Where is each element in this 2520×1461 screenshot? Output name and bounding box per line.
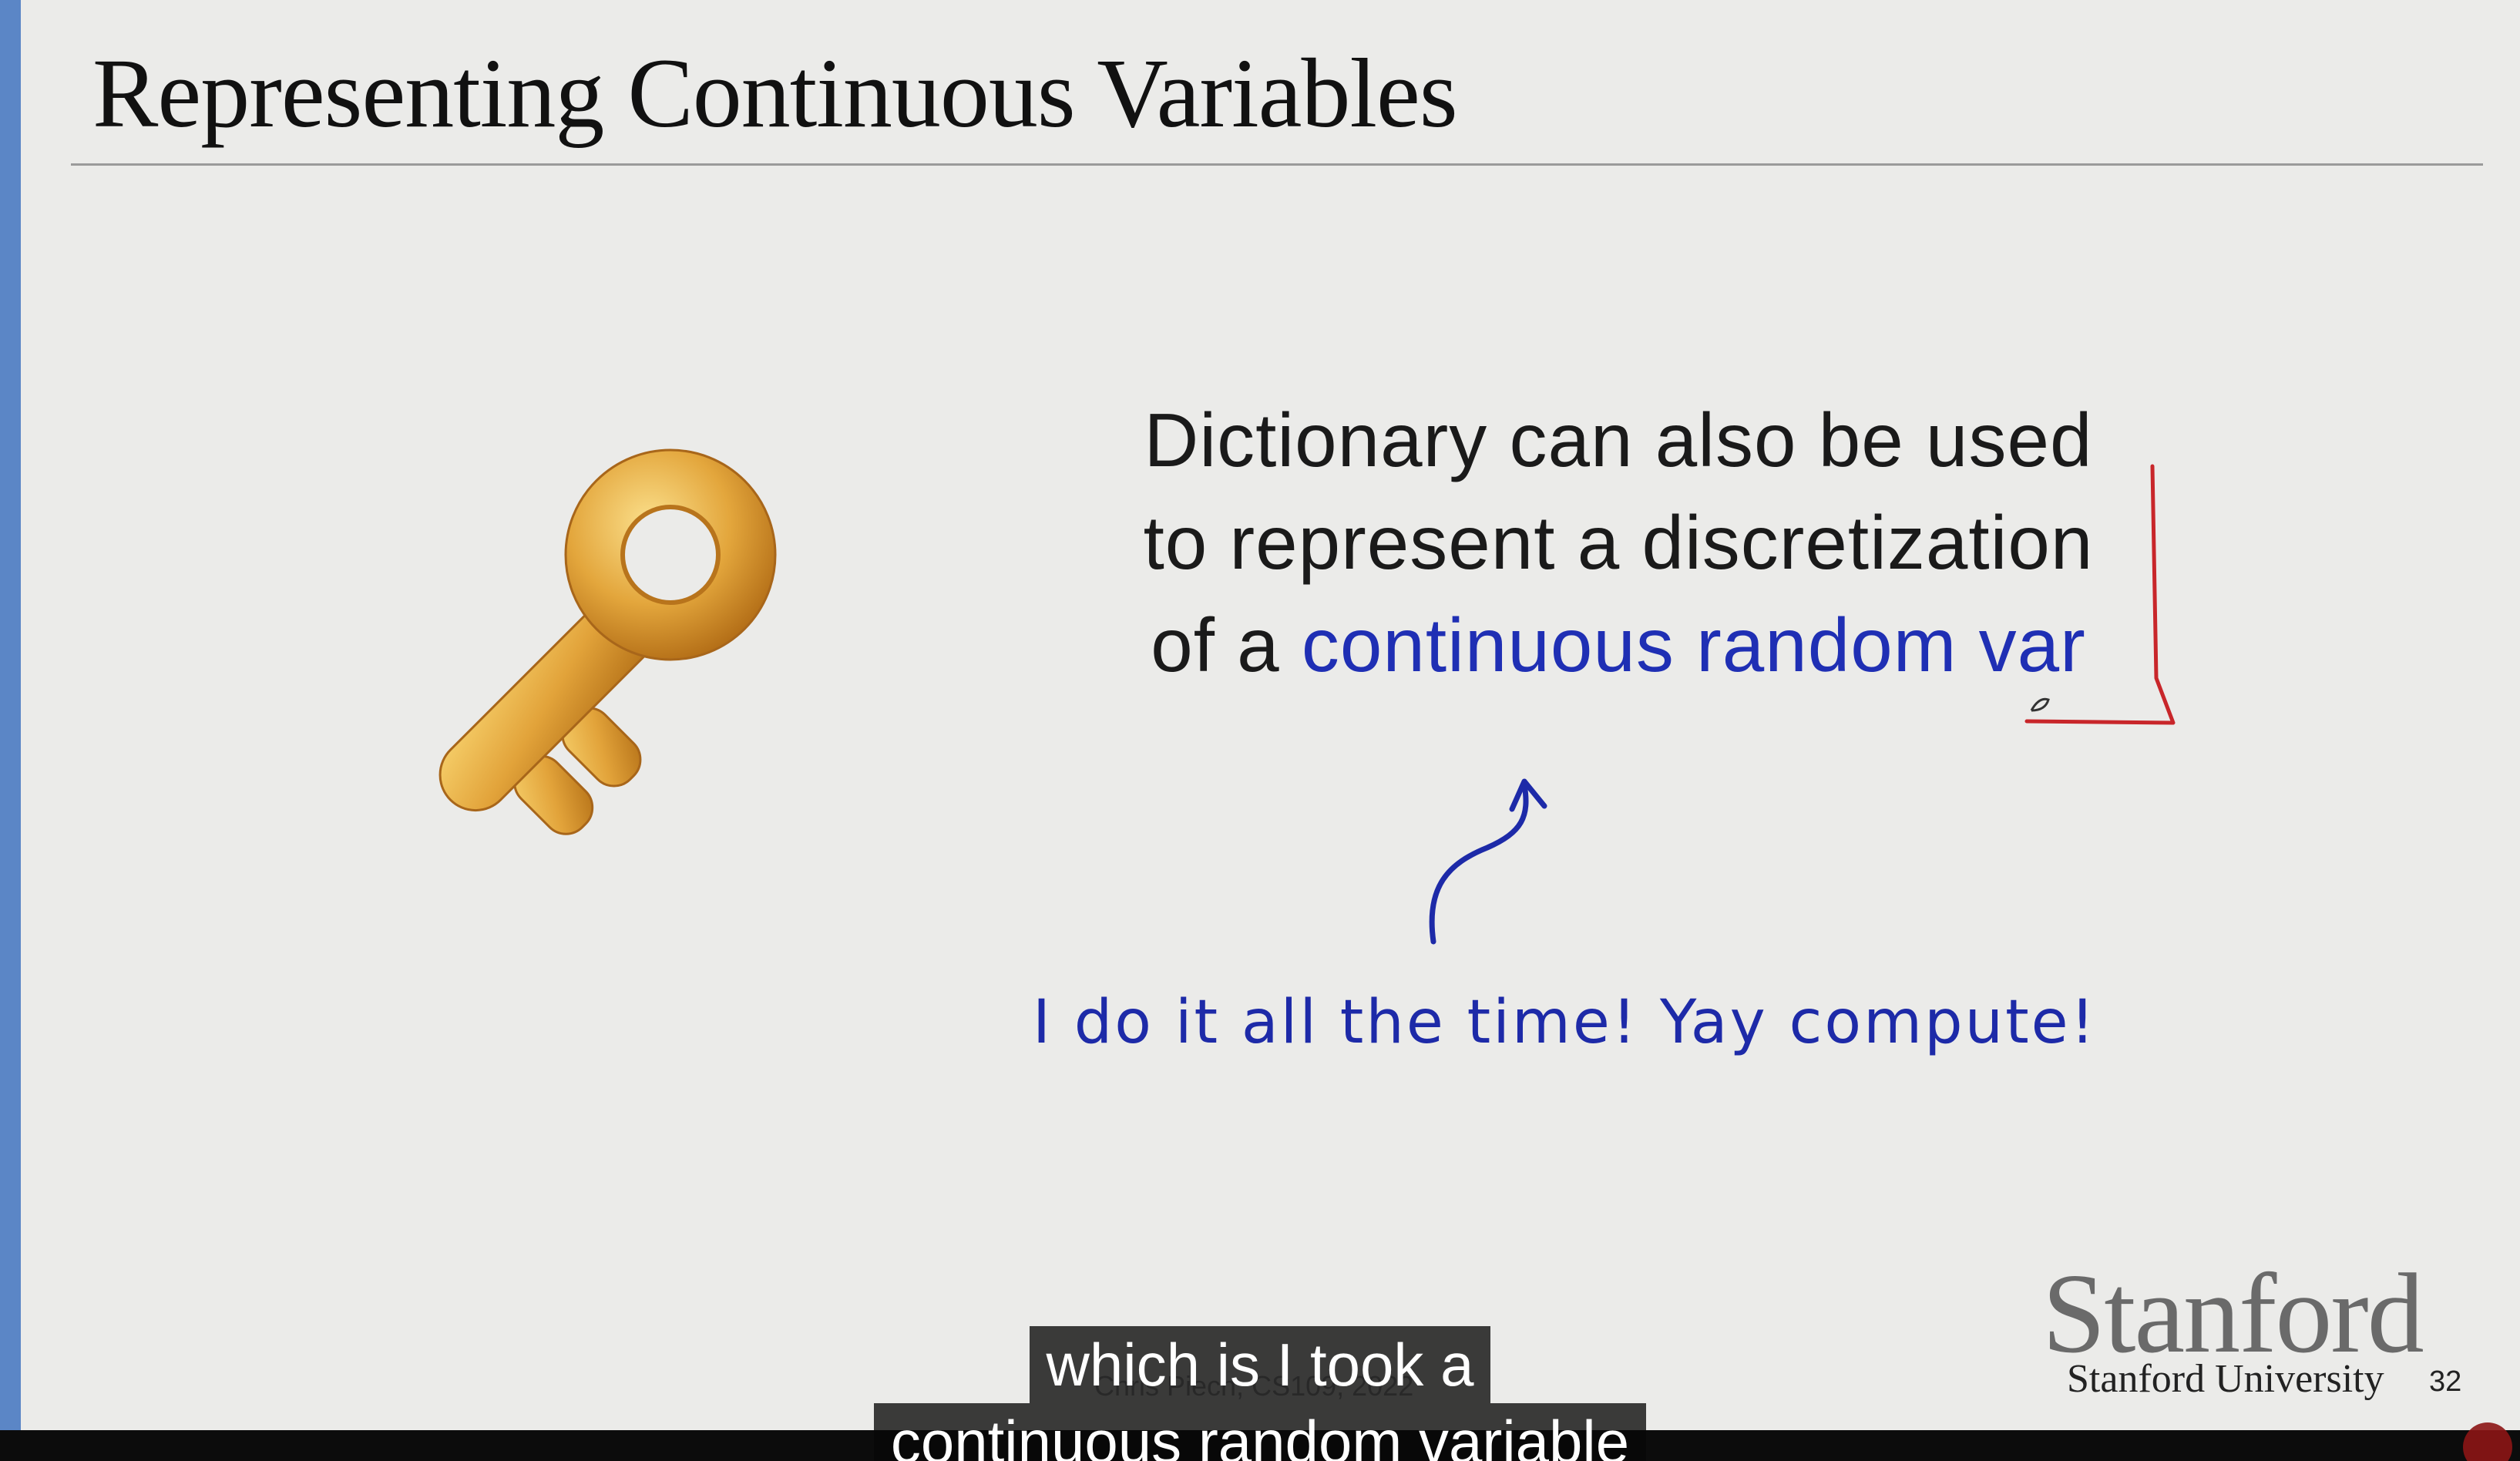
handwritten-note: I do it all the time! Yay compute! [1033, 988, 2097, 1057]
slide-body-text: Dictionary can also be used to represent… [1079, 389, 2158, 697]
highlight-continuous-random-var: continuous random var [1301, 603, 2086, 687]
slide-footer-credit: Chris Piech, CS109, 2022 [1094, 1370, 1414, 1402]
slide-accent-bar [0, 0, 21, 1430]
small-pen-mark [2030, 697, 2050, 712]
slide-title: Representing Continuous Variables [92, 39, 1458, 148]
body-line-3: of a continuous random var [1079, 594, 2158, 697]
institution-name: Stanford University [2067, 1357, 2384, 1401]
body-line-1: Dictionary can also be used [1144, 398, 2093, 482]
blue-arrow-annotation [1429, 781, 1529, 945]
video-frame: Representing Continuous Variables Dictio… [0, 0, 2520, 1461]
blue-arrowhead [1509, 778, 1547, 812]
video-player-bar[interactable] [0, 1430, 2520, 1461]
channel-watermark-icon[interactable] [2463, 1422, 2512, 1461]
title-divider [71, 163, 2483, 166]
key-icon [438, 448, 777, 835]
body-line-2: to represent a discretization [1143, 500, 2094, 585]
body-line-3-prefix: of a [1151, 603, 1302, 687]
slide-number: 32 [2429, 1365, 2462, 1398]
